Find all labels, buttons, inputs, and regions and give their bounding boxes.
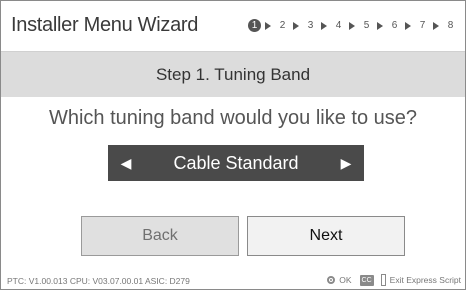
exit-icon — [380, 274, 386, 286]
step-number: 8 — [447, 20, 454, 31]
step-1: 1 — [248, 19, 276, 32]
step-arrow-icon — [321, 21, 327, 30]
tuning-band-selector[interactable]: ◀ Cable Standard ▶ — [108, 145, 364, 181]
step-number: 7 — [419, 20, 426, 31]
question-text: Which tuning band would you like to use? — [48, 107, 417, 129]
left-arrow-icon[interactable]: ◀ — [118, 155, 134, 172]
step-3: 3 — [304, 19, 332, 32]
title-bar: Installer Menu Wizard 1 2 3 4 5 6 7 8 — [1, 1, 465, 52]
step-number: 5 — [363, 20, 370, 31]
step-arrow-icon — [293, 21, 299, 30]
exit-hint-label: Exit Express Script — [389, 275, 461, 285]
app-title: Installer Menu Wizard — [11, 14, 199, 36]
right-arrow-icon[interactable]: ▶ — [338, 155, 354, 172]
step-2: 2 — [276, 19, 304, 32]
installer-wizard-screen: Installer Menu Wizard 1 2 3 4 5 6 7 8 St… — [0, 0, 466, 290]
step-5: 5 — [360, 19, 388, 32]
step-indicator: 1 2 3 4 5 6 7 8 — [248, 19, 457, 32]
status-bar: PTC: V1.00.013 CPU: V03.07.00.01 ASIC: D… — [1, 273, 465, 289]
back-button[interactable]: Back — [81, 216, 239, 256]
step-arrow-icon — [265, 21, 271, 30]
step-arrow-icon — [349, 21, 355, 30]
step-7: 7 — [416, 19, 444, 32]
step-6: 6 — [388, 19, 416, 32]
ok-icon — [327, 276, 336, 284]
step-arrow-icon — [405, 21, 411, 30]
step-number: 2 — [279, 20, 286, 31]
step-arrow-icon — [433, 21, 439, 30]
next-button[interactable]: Next — [247, 216, 405, 256]
step-number: 6 — [391, 20, 398, 31]
version-info: PTC: V1.00.013 CPU: V03.07.00.01 ASIC: D… — [7, 276, 190, 286]
step-arrow-icon — [377, 21, 383, 30]
step-number: 4 — [335, 20, 342, 31]
tuning-band-value: Cable Standard — [173, 152, 299, 173]
step-8: 8 — [444, 19, 457, 32]
step-number: 1 — [248, 19, 261, 32]
step-number: 3 — [307, 20, 314, 31]
cc-icon: CC — [359, 274, 374, 286]
step-4: 4 — [332, 19, 360, 32]
ok-hint-label: OK — [339, 275, 352, 285]
step-header: Step 1. Tuning Band — [1, 52, 465, 97]
remote-hints: OK CC Exit Express Script — [327, 274, 461, 286]
